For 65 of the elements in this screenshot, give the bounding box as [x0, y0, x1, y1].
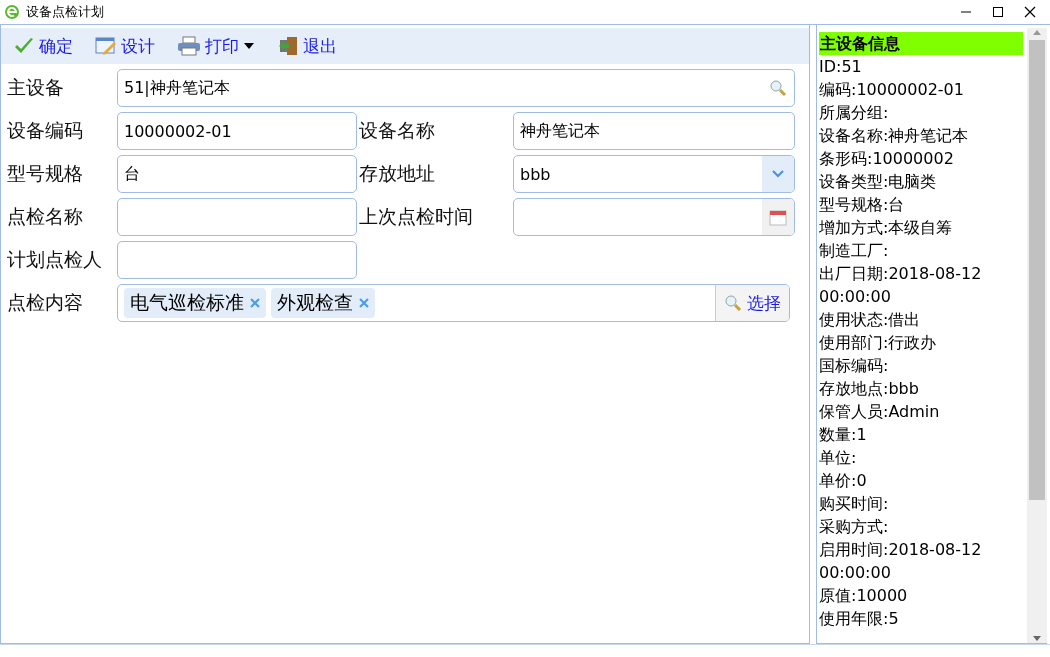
- field-label: 设备编码: [7, 118, 84, 143]
- scroll-up-icon: [1032, 28, 1042, 36]
- info-line: 制造工厂:: [819, 240, 890, 262]
- field-label: 点检内容: [7, 290, 84, 315]
- info-line: 采购方式:: [819, 516, 890, 538]
- info-line: 设备类型:电脑类: [819, 171, 938, 193]
- door-exit-icon: [277, 36, 299, 56]
- info-line: 使用部门:行政办: [819, 332, 938, 354]
- info-line: 所属分组:: [819, 102, 890, 124]
- input-field[interactable]: 10000002-01: [117, 112, 357, 150]
- maximize-icon[interactable]: [992, 6, 1004, 18]
- toolbar-button[interactable]: 打印: [171, 32, 261, 60]
- info-line: 存放地点:bbb: [819, 378, 920, 400]
- pencil-window-icon: [95, 36, 117, 56]
- field-label: 型号规格: [7, 161, 84, 186]
- scrollbar[interactable]: [1027, 28, 1047, 643]
- search-icon: [724, 294, 742, 312]
- remove-icon[interactable]: [359, 298, 369, 308]
- calendar-icon: [769, 208, 787, 226]
- input-field[interactable]: [117, 241, 357, 279]
- info-line: 编码:10000002-01: [819, 79, 965, 101]
- field-label: 点检名称: [7, 204, 84, 229]
- info-line: 数量:1: [819, 424, 868, 446]
- info-line: 单价:0: [819, 470, 868, 492]
- select-button[interactable]: 选择: [715, 285, 789, 321]
- info-line: 设备名称:神舟笔记本: [819, 125, 970, 147]
- toolbar-button[interactable]: 退出: [271, 32, 343, 60]
- tag-chip: 外观检查: [271, 288, 375, 318]
- info-line: 增加方式:本级自筹: [819, 217, 954, 239]
- info-line: 保管人员:Admin: [819, 401, 941, 423]
- toolbar-button[interactable]: 设计: [89, 32, 161, 60]
- search-icon: [769, 79, 787, 97]
- close-icon[interactable]: [1024, 6, 1036, 18]
- info-line: 购买时间:: [819, 493, 890, 515]
- input-field[interactable]: 神舟笔记本: [513, 112, 795, 150]
- info-line: 条形码:10000002: [819, 148, 955, 170]
- input-field[interactable]: 台: [117, 155, 357, 193]
- info-line: 国标编码:: [819, 355, 890, 377]
- remove-icon[interactable]: [250, 298, 260, 308]
- info-line: 原值:10000: [819, 585, 909, 607]
- field-label: 存放地址: [359, 161, 436, 186]
- chevron-down-icon: [771, 169, 785, 179]
- info-line: 使用状态:借出: [819, 309, 922, 331]
- field-label: 设备名称: [359, 118, 436, 143]
- tag-input-field[interactable]: 电气巡检标准 外观检查 选择: [117, 284, 790, 322]
- field-label: 主设备: [7, 75, 65, 100]
- window-title: 设备点检计划: [26, 3, 105, 21]
- info-line: 使用年限:5: [819, 608, 900, 630]
- search-field[interactable]: 51|神舟笔记本: [117, 69, 795, 107]
- browser-logo-icon: [4, 4, 20, 20]
- info-line: 单位:: [819, 447, 858, 469]
- field-label: 计划点检人: [7, 247, 103, 272]
- info-line: 00:00:00: [819, 286, 892, 308]
- info-line: ID:51: [819, 56, 863, 78]
- input-field[interactable]: [117, 198, 357, 236]
- toolbar-button[interactable]: 确定: [7, 32, 79, 60]
- info-line: 00:00:00: [819, 562, 892, 584]
- field-label: 上次点检时间: [359, 204, 474, 229]
- caret-icon: [243, 42, 255, 50]
- printer-icon: [177, 36, 201, 56]
- tag-chip: 电气巡检标准: [124, 288, 266, 318]
- info-line: 型号规格:台: [819, 194, 906, 216]
- info-line: 出厂日期:2018-08-12: [819, 263, 983, 285]
- info-line: 启用时间:2018-08-12: [819, 539, 983, 561]
- panel-header: 主设备信息: [819, 32, 1023, 55]
